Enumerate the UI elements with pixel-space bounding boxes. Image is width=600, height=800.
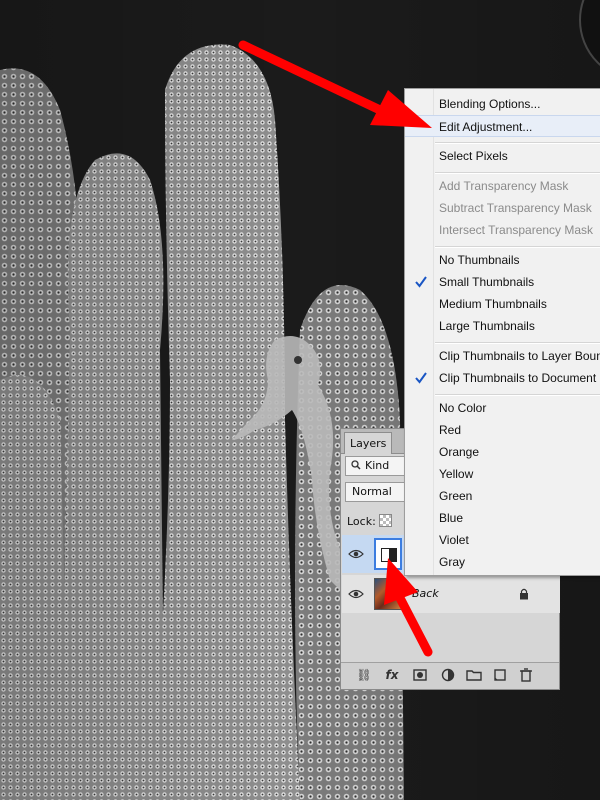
menu-item-add-transparency-mask: Add Transparency Mask [439, 179, 569, 193]
padlock-icon [520, 588, 528, 600]
layers-panel-footer: ⛓ fx [341, 662, 559, 689]
layer-name[interactable]: Back [412, 587, 439, 600]
fx-icon[interactable]: fx [383, 667, 401, 683]
layer-row-background[interactable]: Back [342, 575, 560, 613]
lock-transparent-pixels-icon[interactable] [379, 514, 392, 527]
menu-item-blending-options[interactable]: Blending Options... [405, 93, 600, 115]
menu-item-violet[interactable]: Violet [405, 529, 600, 551]
adjustment-layer-thumbnail[interactable] [374, 538, 402, 570]
menu-item-gray[interactable]: Gray [405, 551, 600, 573]
menu-item-no-color[interactable]: No Color [405, 397, 600, 419]
folder-icon[interactable] [465, 667, 483, 683]
eye-icon[interactable] [348, 586, 364, 602]
menu-separator [435, 172, 600, 174]
new-layer-icon[interactable] [491, 667, 509, 683]
menu-item-small-thumbnails[interactable]: Small Thumbnails [405, 271, 600, 293]
menu-item-medium-thumbnails[interactable]: Medium Thumbnails [405, 293, 600, 315]
menu-item-select-pixels[interactable]: Select Pixels [405, 145, 600, 167]
adjustment-icon[interactable] [439, 667, 457, 683]
menu-item-subtract-transparency-mask: Subtract Transparency Mask [439, 201, 592, 215]
trash-icon[interactable] [517, 667, 535, 683]
link-icon[interactable]: ⛓ [355, 667, 373, 683]
mask-icon[interactable] [411, 667, 429, 683]
menu-item-no-thumbnails[interactable]: No Thumbnails [405, 249, 600, 271]
menu-item-clip-document-bounds[interactable]: Clip Thumbnails to Document Bounds [405, 367, 600, 389]
eye-icon[interactable] [348, 546, 364, 562]
layer-context-menu: Blending Options... Edit Adjustment... S… [404, 88, 600, 576]
blend-mode-label: Normal [352, 485, 392, 498]
lock-label: Lock: [347, 515, 376, 528]
menu-item-yellow[interactable]: Yellow [405, 463, 600, 485]
menu-separator [435, 394, 600, 396]
menu-item-blue[interactable]: Blue [405, 507, 600, 529]
menu-item-green[interactable]: Green [405, 485, 600, 507]
menu-separator [435, 142, 600, 144]
tab-layers[interactable]: Layers [344, 432, 393, 454]
menu-item-clip-layer-bounds[interactable]: Clip Thumbnails to Layer Bounds [405, 345, 600, 367]
menu-item-red[interactable]: Red [405, 419, 600, 441]
background-layer-thumbnail[interactable] [374, 578, 402, 610]
menu-item-intersect-transparency-mask: Intersect Transparency Mask [439, 223, 594, 237]
menu-item-edit-adjustment[interactable]: Edit Adjustment... [405, 115, 600, 137]
menu-item-orange[interactable]: Orange [405, 441, 600, 463]
menu-item-large-thumbnails[interactable]: Large Thumbnails [405, 315, 600, 337]
search-icon [351, 460, 361, 470]
menu-separator [435, 246, 600, 248]
filter-kind-label: Kind [365, 459, 390, 472]
menu-separator [435, 342, 600, 344]
